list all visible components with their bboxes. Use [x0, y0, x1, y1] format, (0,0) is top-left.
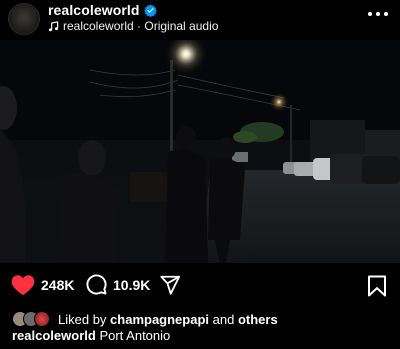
comment-button[interactable]: 10.9K [86, 274, 150, 295]
bookmark-icon [368, 275, 386, 297]
liked-by-row: Liked by champagnepapi and others [12, 310, 278, 328]
comment-count[interactable]: 10.9K [113, 277, 150, 293]
save-button[interactable] [367, 275, 387, 302]
liked-by-others[interactable]: others [238, 312, 278, 327]
post-header: realcoleworld realcoleworld · Original a… [0, 0, 400, 40]
music-note-icon [49, 20, 59, 31]
video-player[interactable] [0, 40, 400, 263]
verified-badge-icon [143, 4, 157, 17]
liked-by-prefix: Liked by [58, 311, 107, 327]
audio-link[interactable]: realcoleworld · Original audio [48, 19, 218, 33]
username-text[interactable]: realcoleworld [48, 2, 140, 18]
more-horizontal-icon[interactable] [368, 6, 388, 22]
caption-username[interactable]: realcoleworld [12, 328, 96, 343]
liker-avatars[interactable] [12, 311, 56, 327]
post-username[interactable]: realcoleworld [48, 2, 157, 18]
liked-by-and: and [212, 311, 235, 327]
caption: realcoleworld Port Antonio [12, 328, 170, 343]
share-icon [160, 275, 181, 295]
heart-icon [11, 275, 35, 295]
avatar[interactable] [8, 3, 40, 35]
video-frame [0, 40, 400, 263]
comment-icon [86, 274, 107, 295]
liker-avatar[interactable] [34, 311, 50, 327]
like-button[interactable]: 248K [11, 274, 74, 296]
like-count[interactable]: 248K [41, 277, 74, 293]
audio-label[interactable]: realcoleworld · Original audio [63, 19, 218, 33]
liker-username[interactable]: champagnepapi [110, 312, 209, 327]
share-button[interactable] [159, 274, 181, 296]
caption-text: Port Antonio [99, 328, 171, 343]
action-bar: 248K 10.9K [0, 272, 400, 302]
